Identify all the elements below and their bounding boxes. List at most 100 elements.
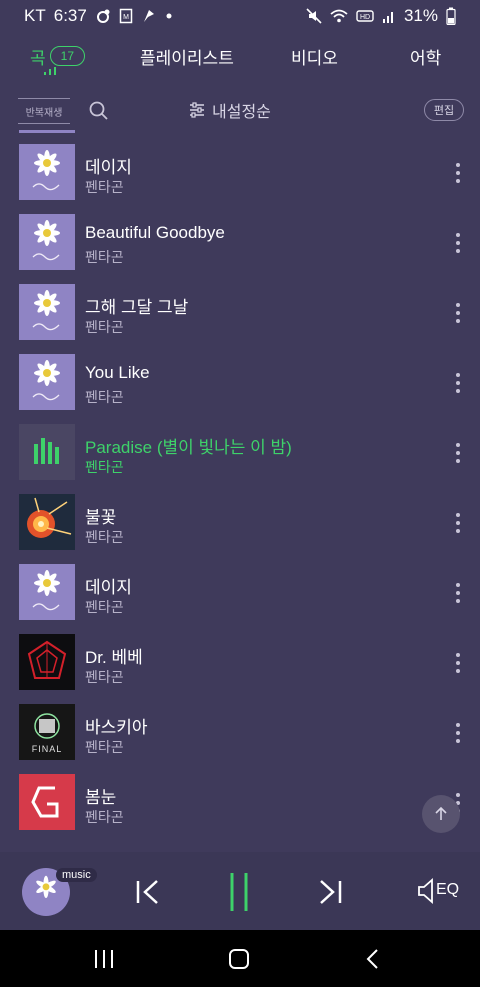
song-title: Dr. 베베 (85, 648, 143, 667)
eq-label: EQ (436, 881, 460, 898)
list-item[interactable]: FINAL 바스키아 펜타곤 (0, 697, 480, 767)
song-title: Paradise (별이 빛나는 이 밤) (85, 438, 292, 457)
repeat-label: 반복재생 (25, 107, 63, 119)
tab-songs[interactable]: 곡 17 (30, 44, 85, 69)
song-title: Beautiful Goodbye (85, 223, 225, 242)
song-count-badge: 17 (49, 46, 85, 66)
status-left: KT 6:37 M (24, 6, 173, 26)
album-art (19, 634, 75, 690)
battery-percent: 31% (403, 6, 438, 25)
album-art-text: FINAL (32, 744, 63, 754)
more-vert-icon[interactable] (450, 441, 466, 465)
list-item[interactable]: 그해 그달 그날 펜타곤 (0, 277, 480, 347)
album-art (19, 354, 75, 410)
album-art (19, 564, 75, 620)
equalizer-button[interactable]: EQ (416, 876, 464, 906)
tab-songs-label: 곡 (30, 48, 46, 68)
status-bar: KT 6:37 M HD 31% (0, 0, 480, 32)
song-artist: 펜타곤 (85, 599, 124, 615)
clock: 6:37 (53, 6, 87, 25)
back-icon[interactable] (362, 948, 386, 970)
svg-text:HD: HD (360, 14, 370, 21)
song-artist: 펜타곤 (85, 319, 124, 335)
song-artist: 펜타곤 (85, 179, 124, 195)
tab-indicator-bars (44, 67, 62, 75)
album-art (19, 284, 75, 340)
edit-button[interactable]: 편집 (424, 99, 464, 121)
album-art (19, 144, 75, 200)
song-title: 데이지 (85, 158, 132, 177)
tab-playlists-label: 플레이리스트 (140, 48, 234, 68)
album-art (19, 424, 75, 480)
pause-icon[interactable] (226, 871, 252, 913)
skip-previous-icon[interactable] (133, 877, 163, 907)
album-art (19, 494, 75, 550)
song-artist: 펜타곤 (85, 669, 124, 685)
hd-icon: HD (356, 10, 374, 22)
more-vert-icon[interactable] (450, 581, 466, 605)
song-title: 바스키아 (85, 718, 148, 737)
home-icon[interactable] (227, 948, 251, 970)
sort-label: 내설정순 (212, 104, 271, 121)
music-badge: music (56, 868, 97, 882)
tab-videos[interactable]: 비디오 (291, 44, 338, 69)
song-title: 데이지 (85, 578, 132, 597)
more-vert-icon[interactable] (450, 651, 466, 675)
song-artist: 펜타곤 (85, 389, 124, 405)
song-artist: 펜타곤 (85, 529, 124, 545)
repeat-button[interactable]: 반복재생 (18, 98, 70, 124)
search-icon[interactable] (88, 100, 110, 122)
list-item-now-playing[interactable]: Paradise (별이 빛나는 이 밤) 펜타곤 (0, 417, 480, 487)
mini-player: music EQ (0, 852, 480, 930)
more-vert-icon[interactable] (450, 721, 466, 745)
mute-icon (306, 8, 322, 24)
album-art: FINAL (19, 704, 75, 760)
skip-next-icon[interactable] (315, 877, 345, 907)
dot-circle-icon (96, 9, 110, 23)
more-vert-icon[interactable] (450, 301, 466, 325)
more-vert-icon[interactable] (450, 231, 466, 255)
tab-bar: 곡 17 플레이리스트 비디오 어학 (0, 32, 480, 80)
speaker-icon (418, 878, 433, 904)
list-item[interactable]: Beautiful Goodbye 펜타곤 (0, 207, 480, 277)
song-title: 봄눈 (85, 788, 117, 807)
list-item[interactable]: 데이지 펜타곤 (0, 137, 480, 207)
tab-language-label: 어학 (410, 48, 442, 68)
sliders-icon (190, 102, 204, 118)
list-item[interactable]: You Like 펜타곤 (0, 347, 480, 417)
badge-icon: M (119, 8, 133, 24)
list-item[interactable]: Dr. 베베 펜타곤 (0, 627, 480, 697)
song-artist: 펜타곤 (85, 739, 124, 755)
fan-icon (143, 10, 154, 22)
song-list[interactable]: 데이지 펜타곤 Beautiful Goodbye 펜타곤 그해 그달 그날 펜… (0, 130, 480, 852)
tab-playlists[interactable]: 플레이리스트 (140, 44, 234, 69)
scroll-to-top-button[interactable] (422, 795, 460, 833)
carrier-label: KT (24, 6, 46, 25)
recent-apps-icon[interactable] (92, 948, 116, 970)
arrow-up-icon (435, 806, 447, 820)
song-title: 그해 그달 그날 (85, 298, 189, 317)
battery-icon (446, 7, 456, 25)
song-artist: 펜타곤 (85, 249, 124, 265)
list-item[interactable]: 데이지 펜타곤 (0, 557, 480, 627)
list-item[interactable]: 봄눈 펜타곤 (0, 767, 480, 837)
song-artist: 펜타곤 (85, 459, 124, 475)
album-art (19, 774, 75, 830)
status-right: HD 31% (306, 6, 456, 26)
song-artist: 펜타곤 (85, 809, 124, 825)
system-nav-bar (0, 930, 480, 987)
more-vert-icon[interactable] (450, 371, 466, 395)
edit-label: 편집 (433, 105, 455, 117)
more-vert-icon[interactable] (450, 511, 466, 535)
wifi-icon (330, 9, 348, 23)
more-vert-icon[interactable] (450, 161, 466, 185)
dot-icon (166, 13, 172, 19)
signal-icon (382, 12, 393, 23)
sort-button[interactable]: 내설정순 (188, 96, 271, 124)
album-art (19, 214, 75, 270)
tab-language[interactable]: 어학 (410, 44, 441, 69)
list-item[interactable]: 불꽃 펜타곤 (0, 487, 480, 557)
list-toolbar: 반복재생 내설정순 편집 (0, 90, 480, 130)
tab-videos-label: 비디오 (291, 48, 338, 68)
album-art (19, 130, 75, 133)
